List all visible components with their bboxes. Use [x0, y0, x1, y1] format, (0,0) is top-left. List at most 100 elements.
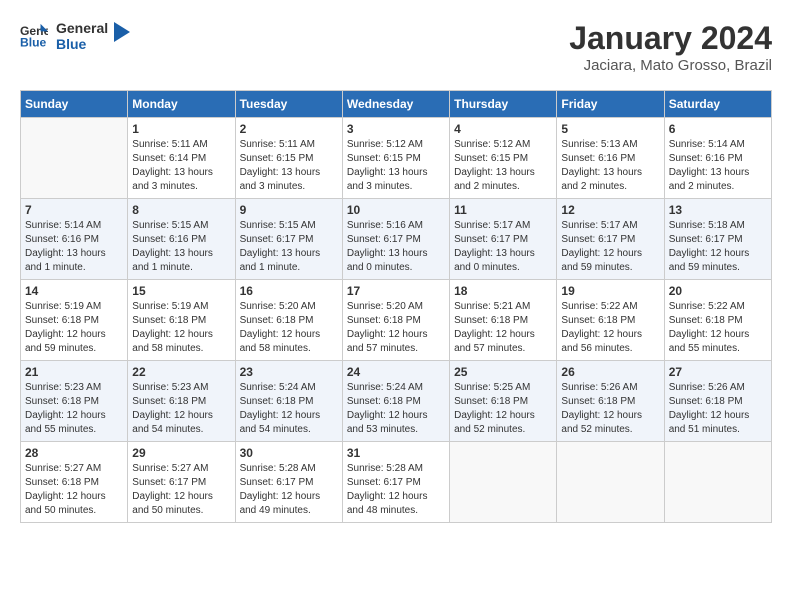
page-subtitle: Jaciara, Mato Grosso, Brazil — [569, 57, 772, 74]
calendar-cell: 31 Sunrise: 5:28 AM Sunset: 6:17 PM Dayli… — [342, 442, 449, 523]
day-info: Sunrise: 5:16 AM Sunset: 6:17 PM Dayligh… — [347, 219, 445, 275]
day-info: Sunrise: 5:21 AM Sunset: 6:18 PM Dayligh… — [454, 300, 552, 356]
day-number: 12 — [561, 203, 659, 217]
day-info: Sunrise: 5:26 AM Sunset: 6:18 PM Dayligh… — [669, 381, 767, 437]
calendar-week-row: 1 Sunrise: 5:11 AM Sunset: 6:14 PM Daylig… — [21, 118, 772, 199]
calendar-week-row: 7 Sunrise: 5:14 AM Sunset: 6:16 PM Daylig… — [21, 199, 772, 280]
day-number: 1 — [132, 122, 230, 136]
day-number: 25 — [454, 365, 552, 379]
day-number: 21 — [25, 365, 123, 379]
weekday-header: Tuesday — [235, 91, 342, 118]
day-info: Sunrise: 5:20 AM Sunset: 6:18 PM Dayligh… — [347, 300, 445, 356]
day-info: Sunrise: 5:19 AM Sunset: 6:18 PM Dayligh… — [25, 300, 123, 356]
weekday-header: Saturday — [664, 91, 771, 118]
calendar-cell: 5 Sunrise: 5:13 AM Sunset: 6:16 PM Daylig… — [557, 118, 664, 199]
calendar-cell: 19 Sunrise: 5:22 AM Sunset: 6:18 PM Dayli… — [557, 280, 664, 361]
logo: General Blue General Blue — [20, 20, 130, 52]
svg-text:Blue: Blue — [20, 35, 47, 49]
calendar-cell: 8 Sunrise: 5:15 AM Sunset: 6:16 PM Daylig… — [128, 199, 235, 280]
day-number: 22 — [132, 365, 230, 379]
day-number: 30 — [240, 446, 338, 460]
calendar-table: SundayMondayTuesdayWednesdayThursdayFrid… — [20, 90, 772, 523]
weekday-header: Monday — [128, 91, 235, 118]
day-info: Sunrise: 5:18 AM Sunset: 6:17 PM Dayligh… — [669, 219, 767, 275]
day-number: 5 — [561, 122, 659, 136]
day-number: 14 — [25, 284, 123, 298]
calendar-cell: 22 Sunrise: 5:23 AM Sunset: 6:18 PM Dayli… — [128, 361, 235, 442]
calendar-cell — [557, 442, 664, 523]
calendar-cell: 23Sunrise: 5:24 AM Sunset: 6:18 PM Dayli… — [235, 361, 342, 442]
weekday-header: Friday — [557, 91, 664, 118]
day-info: Sunrise: 5:25 AM Sunset: 6:18 PM Dayligh… — [454, 381, 552, 437]
calendar-cell: 26Sunrise: 5:26 AM Sunset: 6:18 PM Dayli… — [557, 361, 664, 442]
day-info: Sunrise: 5:19 AM Sunset: 6:18 PM Dayligh… — [132, 300, 230, 356]
weekday-header: Sunday — [21, 91, 128, 118]
calendar-week-row: 21 Sunrise: 5:23 AM Sunset: 6:18 PM Dayli… — [21, 361, 772, 442]
day-number: 16 — [240, 284, 338, 298]
day-info: Sunrise: 5:11 AM Sunset: 6:14 PM Dayligh… — [132, 138, 230, 194]
calendar-cell: 17 Sunrise: 5:20 AM Sunset: 6:18 PM Dayli… — [342, 280, 449, 361]
day-info: Sunrise: 5:14 AM Sunset: 6:16 PM Dayligh… — [669, 138, 767, 194]
page-header: General Blue General Blue January 2024 J… — [20, 20, 772, 74]
day-info: Sunrise: 5:13 AM Sunset: 6:16 PM Dayligh… — [561, 138, 659, 194]
calendar-cell: 12 Sunrise: 5:17 AM Sunset: 6:17 PM Dayli… — [557, 199, 664, 280]
day-info: Sunrise: 5:28 AM Sunset: 6:17 PM Dayligh… — [240, 462, 338, 518]
day-info: Sunrise: 5:17 AM Sunset: 6:17 PM Dayligh… — [561, 219, 659, 275]
calendar-cell: 15 Sunrise: 5:19 AM Sunset: 6:18 PM Dayli… — [128, 280, 235, 361]
day-number: 3 — [347, 122, 445, 136]
calendar-cell: 18 Sunrise: 5:21 AM Sunset: 6:18 PM Dayli… — [450, 280, 557, 361]
calendar-cell: 10 Sunrise: 5:16 AM Sunset: 6:17 PM Dayli… — [342, 199, 449, 280]
day-info: Sunrise: 5:24 AM Sunset: 6:18 PM Dayligh… — [347, 381, 445, 437]
day-info: Sunrise: 5:27 AM Sunset: 6:18 PM Dayligh… — [25, 462, 123, 518]
day-info: Sunrise: 5:11 AM Sunset: 6:15 PM Dayligh… — [240, 138, 338, 194]
calendar-cell: 16Sunrise: 5:20 AM Sunset: 6:18 PM Dayli… — [235, 280, 342, 361]
day-info: Sunrise: 5:14 AM Sunset: 6:16 PM Dayligh… — [25, 219, 123, 275]
calendar-cell: 21 Sunrise: 5:23 AM Sunset: 6:18 PM Dayli… — [21, 361, 128, 442]
calendar-week-row: 28 Sunrise: 5:27 AM Sunset: 6:18 PM Dayli… — [21, 442, 772, 523]
logo-general: General — [56, 20, 108, 36]
calendar-cell: 24 Sunrise: 5:24 AM Sunset: 6:18 PM Dayli… — [342, 361, 449, 442]
day-number: 20 — [669, 284, 767, 298]
calendar-cell: 4Sunrise: 5:12 AM Sunset: 6:15 PM Daylig… — [450, 118, 557, 199]
day-info: Sunrise: 5:15 AM Sunset: 6:17 PM Dayligh… — [240, 219, 338, 275]
day-info: Sunrise: 5:28 AM Sunset: 6:17 PM Dayligh… — [347, 462, 445, 518]
weekday-header: Thursday — [450, 91, 557, 118]
day-number: 7 — [25, 203, 123, 217]
weekday-header: Wednesday — [342, 91, 449, 118]
day-number: 11 — [454, 203, 552, 217]
calendar-cell: 1 Sunrise: 5:11 AM Sunset: 6:14 PM Daylig… — [128, 118, 235, 199]
day-info: Sunrise: 5:22 AM Sunset: 6:18 PM Dayligh… — [561, 300, 659, 356]
day-number: 18 — [454, 284, 552, 298]
day-number: 10 — [347, 203, 445, 217]
day-number: 28 — [25, 446, 123, 460]
calendar-cell — [450, 442, 557, 523]
calendar-cell: 9Sunrise: 5:15 AM Sunset: 6:17 PM Daylig… — [235, 199, 342, 280]
day-number: 26 — [561, 365, 659, 379]
day-number: 29 — [132, 446, 230, 460]
day-info: Sunrise: 5:15 AM Sunset: 6:16 PM Dayligh… — [132, 219, 230, 275]
logo-blue: Blue — [56, 36, 108, 52]
day-number: 24 — [347, 365, 445, 379]
calendar-cell: 7 Sunrise: 5:14 AM Sunset: 6:16 PM Daylig… — [21, 199, 128, 280]
day-number: 17 — [347, 284, 445, 298]
day-info: Sunrise: 5:23 AM Sunset: 6:18 PM Dayligh… — [25, 381, 123, 437]
day-number: 6 — [669, 122, 767, 136]
calendar-cell: 27Sunrise: 5:26 AM Sunset: 6:18 PM Dayli… — [664, 361, 771, 442]
day-number: 23 — [240, 365, 338, 379]
day-number: 19 — [561, 284, 659, 298]
day-info: Sunrise: 5:23 AM Sunset: 6:18 PM Dayligh… — [132, 381, 230, 437]
calendar-cell: 14 Sunrise: 5:19 AM Sunset: 6:18 PM Dayli… — [21, 280, 128, 361]
calendar-cell: 11Sunrise: 5:17 AM Sunset: 6:17 PM Dayli… — [450, 199, 557, 280]
day-number: 8 — [132, 203, 230, 217]
day-number: 4 — [454, 122, 552, 136]
calendar-week-row: 14 Sunrise: 5:19 AM Sunset: 6:18 PM Dayli… — [21, 280, 772, 361]
calendar-cell: 6 Sunrise: 5:14 AM Sunset: 6:16 PM Daylig… — [664, 118, 771, 199]
day-number: 15 — [132, 284, 230, 298]
logo-icon: General Blue — [20, 22, 48, 50]
day-number: 13 — [669, 203, 767, 217]
calendar-cell: 2Sunrise: 5:11 AM Sunset: 6:15 PM Daylig… — [235, 118, 342, 199]
calendar-cell: 29Sunrise: 5:27 AM Sunset: 6:17 PM Dayli… — [128, 442, 235, 523]
title-block: January 2024 Jaciara, Mato Grosso, Brazi… — [569, 20, 772, 74]
calendar-cell: 20Sunrise: 5:22 AM Sunset: 6:18 PM Dayli… — [664, 280, 771, 361]
day-number: 31 — [347, 446, 445, 460]
